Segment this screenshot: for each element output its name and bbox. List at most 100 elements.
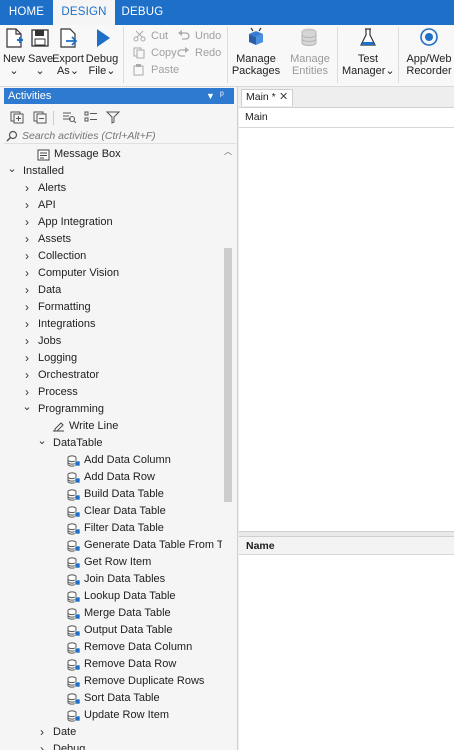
activity-category[interactable]: › API <box>0 197 222 214</box>
export-as-button[interactable]: Export As⌄ <box>52 25 84 87</box>
new-label: New ⌄ <box>2 53 25 77</box>
activity-category[interactable]: › Computer Vision <box>0 265 222 282</box>
activity-category-label: Integrations <box>38 318 96 330</box>
chevron-right-icon[interactable]: › <box>37 724 47 741</box>
activity-item[interactable]: Join Data Tables <box>0 571 222 588</box>
chevron-right-icon[interactable]: › <box>22 333 32 350</box>
activity-category[interactable]: › Jobs <box>0 333 222 350</box>
activity-category[interactable]: › Date <box>0 724 222 741</box>
cut-label: Cut <box>151 30 169 42</box>
activity-category-label: DataTable <box>53 437 103 449</box>
scrollbar-thumb[interactable] <box>224 248 232 502</box>
paste-button[interactable]: Paste <box>133 62 179 78</box>
manage-entities-button[interactable]: Manage Entities <box>287 25 333 87</box>
activity-category[interactable]: ⌄ Installed <box>0 163 222 180</box>
chevron-right-icon[interactable]: › <box>22 248 32 265</box>
chevron-right-icon[interactable]: › <box>22 197 32 214</box>
ribbon-separator <box>398 27 399 83</box>
list-view-icon[interactable] <box>84 111 98 124</box>
chevron-right-icon[interactable]: › <box>37 741 47 750</box>
test-manager-button[interactable]: Test Manager⌄ <box>342 25 395 87</box>
variables-name-column-header[interactable]: Name <box>239 537 454 555</box>
activity-item[interactable]: Generate Data Table From Text <box>0 537 222 554</box>
redo-button[interactable]: Redo <box>177 45 221 61</box>
datatable-icon <box>67 625 80 637</box>
copy-button[interactable]: Copy <box>133 45 177 61</box>
chevron-right-icon[interactable]: › <box>22 214 32 231</box>
close-icon[interactable]: ✕ <box>279 90 291 105</box>
datatable-icon <box>67 540 80 552</box>
cut-button[interactable]: Cut <box>133 28 168 44</box>
activity-item[interactable]: Write Line <box>0 418 222 435</box>
chevron-right-icon[interactable]: › <box>22 299 32 316</box>
pin-icon[interactable]: ᵖ <box>220 88 224 104</box>
expand-all-icon[interactable] <box>10 111 24 124</box>
activity-category[interactable]: › Logging <box>0 350 222 367</box>
chevron-down-icon[interactable]: ⌄ <box>22 401 32 418</box>
datatable-icon <box>67 574 80 586</box>
save-label: Save ⌄ <box>28 53 54 77</box>
manage-entities-label: Manage Entities <box>290 53 330 77</box>
chevron-down-icon[interactable]: ⌄ <box>7 163 17 180</box>
activity-item[interactable]: Sort Data Table <box>0 690 222 707</box>
activity-category[interactable]: › App Integration <box>0 214 222 231</box>
chevron-right-icon[interactable]: › <box>22 384 32 401</box>
activity-item[interactable]: Get Row Item <box>0 554 222 571</box>
activity-category[interactable]: › Collection <box>0 248 222 265</box>
breadcrumb[interactable]: Main <box>239 108 454 128</box>
activity-item[interactable]: Remove Data Column <box>0 639 222 656</box>
debug-file-button[interactable]: Debug File⌄ <box>85 25 119 87</box>
chevron-down-icon[interactable]: ⌄ <box>37 435 47 452</box>
activity-item[interactable]: Output Data Table <box>0 622 222 639</box>
activity-category[interactable]: ⌄ Programming <box>0 401 222 418</box>
activity-item[interactable]: Merge Data Table <box>0 605 222 622</box>
activity-item[interactable]: Add Data Row <box>0 469 222 486</box>
activity-category[interactable]: › Process <box>0 384 222 401</box>
activity-item[interactable]: Remove Data Row <box>0 656 222 673</box>
app-web-recorder-button[interactable]: App/Web Recorder <box>404 25 454 87</box>
filter-list-icon[interactable] <box>62 111 76 124</box>
manage-packages-button[interactable]: Manage Packages <box>231 25 281 87</box>
activity-category[interactable]: › Data <box>0 282 222 299</box>
activity-item[interactable]: Filter Data Table <box>0 520 222 537</box>
panel-dropdown-icon[interactable]: ▼ <box>206 88 215 104</box>
activity-item[interactable]: Message Box <box>0 146 222 163</box>
search-input[interactable] <box>22 129 222 143</box>
chevron-right-icon[interactable]: › <box>22 180 32 197</box>
activity-category[interactable]: › Formatting <box>0 299 222 316</box>
save-button[interactable]: Save ⌄ <box>28 25 54 87</box>
chevron-right-icon[interactable]: › <box>22 265 32 282</box>
activity-item[interactable]: Clear Data Table <box>0 503 222 520</box>
activity-category[interactable]: › Alerts <box>0 180 222 197</box>
filter-icon[interactable] <box>106 111 120 124</box>
activity-item-label: Lookup Data Table <box>84 590 176 602</box>
activity-item[interactable]: Remove Duplicate Rows <box>0 673 222 690</box>
activity-category-label: Debug <box>53 743 86 750</box>
tab-home[interactable]: HOME <box>0 0 53 25</box>
activity-item[interactable]: Add Data Column <box>0 452 222 469</box>
new-file-icon <box>6 28 23 48</box>
activity-category[interactable]: ⌄ DataTable <box>0 435 222 452</box>
activity-item[interactable]: Update Row Item <box>0 707 222 724</box>
collapse-all-icon[interactable] <box>33 111 47 124</box>
activity-item-label: Merge Data Table <box>84 607 171 619</box>
activity-item[interactable]: Lookup Data Table <box>0 588 222 605</box>
activity-category[interactable]: › Debug <box>0 741 222 750</box>
chevron-right-icon[interactable]: › <box>22 350 32 367</box>
tab-design[interactable]: DESIGN <box>53 0 115 25</box>
datatable-icon <box>67 642 80 654</box>
activity-category[interactable]: › Orchestrator <box>0 367 222 384</box>
tab-main[interactable]: Main * ✕ <box>241 89 293 106</box>
scroll-up-icon[interactable]: ︿ <box>223 147 233 157</box>
chevron-right-icon[interactable]: › <box>22 367 32 384</box>
chevron-right-icon[interactable]: › <box>22 316 32 333</box>
activity-category[interactable]: › Assets <box>0 231 222 248</box>
tab-debug[interactable]: DEBUG <box>115 0 170 25</box>
chevron-right-icon[interactable]: › <box>22 231 32 248</box>
designer-canvas[interactable]: Main <box>239 107 454 531</box>
activity-category[interactable]: › Integrations <box>0 316 222 333</box>
chevron-right-icon[interactable]: › <box>22 282 32 299</box>
undo-button[interactable]: Undo <box>177 28 221 44</box>
activity-item[interactable]: Build Data Table <box>0 486 222 503</box>
new-button[interactable]: New ⌄ <box>0 25 28 87</box>
